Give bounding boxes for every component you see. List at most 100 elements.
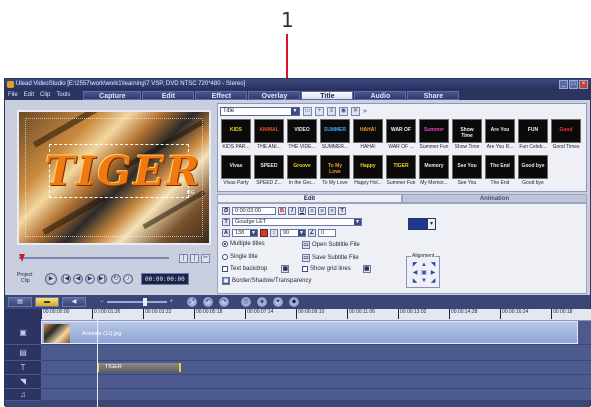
overlay-track[interactable] bbox=[41, 345, 591, 361]
save-subtitle-button[interactable]: Save Subtitle File bbox=[312, 255, 359, 261]
step-overlay[interactable]: Overlay bbox=[248, 90, 301, 100]
video-track[interactable]: Animals (11).jpg bbox=[41, 321, 591, 345]
chapter-icon[interactable]: ◈ bbox=[257, 297, 268, 307]
clip-label[interactable]: Clip bbox=[17, 278, 33, 284]
library-title-thumbnail[interactable]: SUMMER SUMMER... bbox=[320, 119, 350, 153]
voice-track[interactable] bbox=[41, 375, 591, 389]
timeline-view-button[interactable]: ▬ bbox=[35, 297, 59, 307]
border-shadow-button[interactable]: Border/Shadow/Transparency bbox=[232, 278, 312, 284]
video-clip[interactable]: Animals (11).jpg bbox=[41, 321, 578, 344]
sort-icon[interactable]: ≡ bbox=[327, 106, 336, 116]
library-title-thumbnail[interactable]: Happy Happy Hol... bbox=[353, 155, 383, 189]
volume-icon[interactable]: ♪ bbox=[123, 274, 133, 284]
library-title-thumbnail[interactable]: Good bye Good bye bbox=[518, 155, 548, 189]
library-title-thumbnail[interactable]: HAHA! HAHA! bbox=[353, 119, 383, 153]
title-clip[interactable]: TIGER bbox=[97, 363, 181, 372]
text-backdrop-checkbox[interactable] bbox=[222, 266, 228, 272]
library-title-thumbnail[interactable]: Show Time Show Time bbox=[452, 119, 482, 153]
close-button[interactable]: × bbox=[579, 80, 588, 89]
mark-out-icon[interactable]: ] bbox=[190, 254, 199, 263]
underline-button[interactable]: U bbox=[298, 207, 306, 215]
show-grid-checkbox[interactable] bbox=[302, 266, 308, 272]
timeline-ruler[interactable]: 00:00:00:00 00:00:01:26 00:00:03:22 00:00:0… bbox=[41, 309, 591, 321]
title-track-icon[interactable]: T bbox=[5, 361, 41, 375]
maximize-button[interactable]: □ bbox=[569, 80, 578, 89]
next-frame-icon[interactable]: ▶ bbox=[85, 274, 95, 284]
align-right-button[interactable]: ≡ bbox=[328, 207, 336, 215]
tab-edit[interactable]: Edit bbox=[217, 194, 402, 203]
library-title-thumbnail[interactable]: ANIMAL THE ANI... bbox=[254, 119, 284, 153]
grid-settings-icon[interactable]: ▦ bbox=[362, 265, 371, 273]
library-title-thumbnail[interactable]: FUN Fun Celeb... bbox=[518, 119, 548, 153]
align-left-icon[interactable]: ◀ bbox=[411, 270, 419, 277]
music-track[interactable] bbox=[41, 389, 591, 401]
open-subtitle-button[interactable]: Open Subtitle File bbox=[312, 242, 360, 248]
zoom-in-icon[interactable]: + bbox=[170, 299, 174, 305]
backdrop-settings-icon[interactable]: ▦ bbox=[281, 265, 290, 273]
single-title-radio[interactable] bbox=[222, 254, 228, 260]
batch-icon[interactable]: ◆ bbox=[289, 297, 300, 307]
angle-field[interactable]: 0 bbox=[318, 229, 336, 237]
italic-button[interactable]: I bbox=[288, 207, 296, 215]
delete-icon[interactable]: ✕ bbox=[351, 106, 360, 116]
library-title-thumbnail[interactable]: Vivas Vivas Party bbox=[221, 155, 251, 189]
font-size-field[interactable]: 138 ▼ bbox=[232, 229, 258, 237]
align-bottom-right-icon[interactable]: ◢ bbox=[429, 278, 437, 285]
menu-file[interactable]: File bbox=[5, 90, 21, 100]
smart-proxy-icon[interactable]: ✦ bbox=[273, 297, 284, 307]
voice-track-icon[interactable]: ◥ bbox=[5, 375, 41, 389]
library-title-thumbnail[interactable]: Memory My Memor... bbox=[419, 155, 449, 189]
duration-field[interactable]: 0:00:03:00 bbox=[232, 207, 276, 215]
save-subtitle-icon[interactable]: ▭ bbox=[302, 254, 310, 262]
align-bottom-left-icon[interactable]: ◣ bbox=[411, 278, 419, 285]
undo-icon[interactable]: ↶ bbox=[203, 297, 214, 307]
library-category-select[interactable]: Title ▼ bbox=[220, 106, 300, 116]
align-center-icon[interactable]: ▣ bbox=[420, 270, 428, 277]
bold-button[interactable]: B bbox=[278, 207, 286, 215]
font-color-swatch[interactable] bbox=[260, 229, 268, 237]
border-shadow-icon[interactable]: ▣ bbox=[222, 277, 230, 285]
add-icon[interactable]: + bbox=[315, 106, 324, 116]
redo-icon[interactable]: ↷ bbox=[219, 297, 230, 307]
fit-project-icon[interactable]: ⤢ bbox=[187, 297, 198, 307]
folder-icon[interactable]: ▭ bbox=[303, 106, 312, 116]
library-title-thumbnail[interactable]: WAR OF WAR OF ... bbox=[386, 119, 416, 153]
title-color-picker[interactable]: ▾ bbox=[408, 218, 436, 230]
menu-edit[interactable]: Edit bbox=[21, 90, 37, 100]
align-left-button[interactable]: ≡ bbox=[308, 207, 316, 215]
library-title-thumbnail[interactable]: See You See You bbox=[452, 155, 482, 189]
options-icon[interactable]: ◉ bbox=[339, 106, 348, 116]
line-spacing-field[interactable]: 90 ▼ bbox=[280, 229, 306, 237]
step-edit[interactable]: Edit bbox=[142, 90, 195, 100]
step-title[interactable]: Title bbox=[301, 90, 354, 100]
align-top-right-icon[interactable]: ◥ bbox=[429, 262, 437, 269]
library-title-thumbnail[interactable]: KIDS KIDS PAR... bbox=[221, 119, 251, 153]
mark-in-icon[interactable]: [ bbox=[179, 254, 188, 263]
scissors-icon[interactable]: ✂ bbox=[201, 254, 210, 263]
align-top-icon[interactable]: ▲ bbox=[420, 262, 428, 269]
video-track-icon[interactable]: ▣ bbox=[5, 321, 41, 345]
library-title-thumbnail[interactable]: Groove In the Gro... bbox=[287, 155, 317, 189]
title-track[interactable]: TIGER bbox=[41, 361, 591, 375]
step-audio[interactable]: Audio bbox=[354, 90, 407, 100]
menu-clip[interactable]: Clip bbox=[37, 90, 53, 100]
step-capture[interactable]: Capture bbox=[83, 90, 142, 100]
align-right-icon[interactable]: ▶ bbox=[429, 270, 437, 277]
library-title-thumbnail[interactable]: To My Love To My Love bbox=[320, 155, 350, 189]
end-icon[interactable]: ▶| bbox=[97, 274, 107, 284]
align-bottom-icon[interactable]: ▼ bbox=[420, 278, 428, 285]
library-title-thumbnail[interactable]: TIGER Summer Fun bbox=[386, 155, 416, 189]
library-title-thumbnail[interactable]: Summer Summer Fun bbox=[419, 119, 449, 153]
music-track-icon[interactable]: ♫ bbox=[5, 389, 41, 401]
library-title-thumbnail[interactable]: SPEED SPEED Z... bbox=[254, 155, 284, 189]
library-title-thumbnail[interactable]: Are You Are You R... bbox=[485, 119, 515, 153]
open-subtitle-icon[interactable]: ▭ bbox=[302, 241, 310, 249]
library-title-thumbnail[interactable]: The End The End bbox=[485, 155, 515, 189]
menu-tools[interactable]: Tools bbox=[53, 90, 73, 100]
step-effect[interactable]: Effect bbox=[195, 90, 248, 100]
track-manager-icon[interactable]: ◎ bbox=[241, 297, 252, 307]
vertical-text-button[interactable]: T bbox=[338, 207, 346, 215]
overlay-track-icon[interactable]: ▤ bbox=[5, 345, 41, 361]
align-center-button[interactable]: ≡ bbox=[318, 207, 326, 215]
multiple-titles-radio[interactable] bbox=[222, 241, 228, 247]
